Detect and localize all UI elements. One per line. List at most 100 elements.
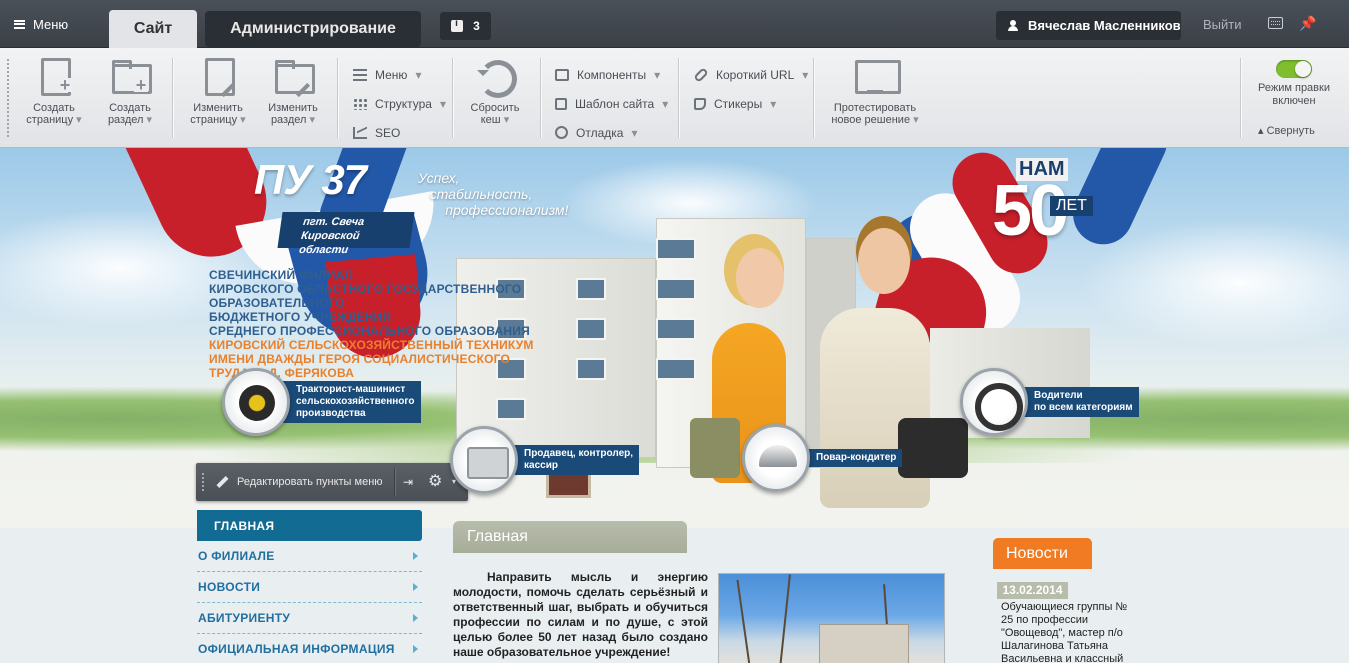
logo-subtitle: пгт. Свеча Кировской области [277, 212, 415, 256]
components-dropdown[interactable]: Компоненты ▾ [555, 60, 668, 89]
logo-title: ПУ 37 [254, 156, 367, 203]
drag-handle[interactable] [201, 472, 205, 492]
building-window [576, 318, 606, 340]
bag-image [898, 418, 968, 478]
building-window [576, 278, 606, 300]
chevron-down-icon: ▾ [770, 96, 777, 111]
nav-item-main[interactable]: ГЛАВНАЯ [197, 510, 422, 541]
nav-item-official-info[interactable]: ОФИЦИАЛЬНАЯ ИНФОРМАЦИЯ [197, 634, 422, 663]
structure-dropdown[interactable]: Структура ▾ [353, 89, 446, 118]
notifications-button[interactable]: 3 [440, 12, 491, 40]
refresh-icon [475, 56, 517, 98]
toolbar-divider [394, 468, 395, 496]
institution-line: КИРОВСКИЙ СЕЛЬСКОХОЗЯЙСТВЕННЫЙ ТЕХНИКУМ [209, 338, 534, 352]
tab-site[interactable]: Сайт [109, 10, 197, 48]
debug-dropdown[interactable]: Отладка ▾ [555, 118, 668, 147]
edit-page-button[interactable]: Изменить страницу ▾ [182, 56, 254, 126]
news-section-title: Новости [993, 538, 1092, 569]
chart-icon [353, 126, 367, 139]
nav-item-label: ГЛАВНАЯ [214, 518, 275, 533]
site-template-dropdown[interactable]: Шаблон сайта ▾ [555, 89, 668, 118]
create-page-label-1: Создать [33, 102, 75, 114]
edit-mode-toggle[interactable]: Режим правки включен [1256, 60, 1332, 108]
news-item-text[interactable]: Обучающиеся группы № 25 по профессии "Ов… [1001, 601, 1136, 663]
test-new-solution-button[interactable]: Протестировать новое решение ▾ [826, 56, 924, 126]
specialty-label: Повар-кондитер [802, 449, 903, 467]
menu-icon [14, 19, 25, 29]
specialty-label-line: кассир [524, 460, 558, 471]
chevron-down-icon: ▾ [631, 125, 638, 140]
chevron-right-icon [413, 552, 418, 560]
edit-menu-items-button[interactable]: Редактировать пункты меню [216, 463, 383, 501]
institution-name: СВЕЧИНСКИЙ ФИЛИАЛ КИРОВСКОГО ОБЛАСТНОГО … [209, 268, 534, 380]
specialty-drivers[interactable]: Водители по всем категориям [960, 368, 1139, 436]
edit-section-button[interactable]: Изменить раздел ▾ [257, 56, 329, 126]
gauge-icon [555, 126, 568, 139]
specialty-cook-confectioner[interactable]: Повар-кондитер [742, 424, 903, 492]
cloche-icon [742, 424, 810, 492]
nav-item-about[interactable]: О ФИЛИАЛЕ [197, 541, 422, 572]
photo-tree [779, 574, 791, 663]
chevron-down-icon: ▾ [662, 96, 669, 111]
link-icon [693, 66, 709, 83]
toolbar-divider [337, 58, 338, 138]
building-window [576, 358, 606, 380]
institution-line: ИМЕНИ ДВАЖДЫ ГЕРОЯ СОЦИАЛИСТИЧЕСКОГО [209, 352, 511, 366]
create-page-button[interactable]: + Создать страницу ▾ [18, 56, 90, 126]
toggle-switch[interactable] [1276, 60, 1312, 78]
specialty-tractor-driver[interactable]: Тракторист-машинист сельскохозяйственног… [222, 368, 421, 436]
tab-administration[interactable]: Администрирование [205, 11, 421, 47]
specialty-label-line: Водители [1034, 390, 1083, 401]
building-window [656, 358, 696, 380]
seo-button[interactable]: SEO [353, 118, 446, 147]
toolbar-grip-handle[interactable] [6, 58, 10, 138]
specialty-seller-cashier[interactable]: Продавец, контролер, кассир [450, 426, 640, 494]
create-page-label-2: страницу [26, 114, 74, 126]
toolbar-divider [452, 58, 453, 138]
folder-edit-icon [273, 56, 315, 98]
chevron-down-icon: ▾ [654, 67, 661, 82]
stickers-dropdown[interactable]: Стикеры ▾ [694, 89, 808, 118]
structure-icon [353, 97, 367, 110]
toolbar-components-column: Компоненты ▾ Шаблон сайта ▾ Отладка ▾ [555, 60, 668, 147]
template-icon [555, 97, 567, 110]
college-photo[interactable] [718, 573, 945, 663]
admin-toolbar: + Создать страницу ▾ + Создать раздел ▾ … [0, 48, 1349, 148]
create-section-button[interactable]: + Создать раздел ▾ [94, 56, 166, 126]
specialty-label-line: сельскохозяйственного [296, 396, 415, 407]
logo-subtitle-line: пгт. Свеча [302, 216, 365, 228]
steering-wheel-icon [960, 368, 1028, 436]
short-url-dropdown[interactable]: Короткий URL ▾ [693, 60, 809, 89]
reset-cache-button[interactable]: Сбросить кеш ▾ [460, 56, 530, 126]
collapse-toolbar-button[interactable]: ▴ Свернуть [1258, 124, 1315, 137]
menu-dropdown[interactable]: Меню ▾ [353, 60, 446, 89]
nav-item-applicants[interactable]: АБИТУРИЕНТУ [197, 603, 422, 634]
chevron-up-icon: ▴ [1258, 125, 1264, 137]
toolbar-divider [1240, 58, 1241, 138]
structure-dropdown-label: Структура [375, 96, 432, 111]
chevron-down-icon: ▾ [913, 114, 919, 126]
pin-to-side-icon[interactable]: ⇥ [403, 475, 413, 489]
user-profile-button[interactable]: Вячеслав Масленников [996, 11, 1181, 40]
specialty-label-line: по всем категориям [1034, 402, 1133, 413]
edit-menu-items-label: Редактировать пункты меню [237, 476, 383, 488]
nav-item-news[interactable]: НОВОСТИ [197, 572, 422, 603]
nav-item-label: ОФИЦИАЛЬНАЯ ИНФОРМАЦИЯ [198, 642, 395, 656]
edit-menu-toolbar: Редактировать пункты меню ⇥ ⚙ ▾ [196, 463, 468, 501]
news-date-badge: 13.02.2014 [997, 582, 1068, 599]
menu-button[interactable]: Меню [14, 10, 68, 38]
logout-link[interactable]: Выйти [1203, 17, 1242, 32]
debug-dropdown-label: Отладка [576, 125, 624, 140]
slogan-line: профессионализм! [445, 202, 569, 218]
specialty-label-line: Продавец, контролер, [524, 448, 634, 459]
keyboard-icon[interactable] [1268, 17, 1283, 29]
chevron-down-icon: ▾ [802, 67, 809, 82]
components-dropdown-label: Компоненты [577, 67, 647, 82]
gear-icon[interactable]: ⚙ [428, 471, 442, 491]
edit-mode-label-1: Режим правки [1258, 82, 1330, 94]
specialty-label-line: производства [296, 408, 366, 419]
photo-tree [736, 579, 751, 663]
calculator-icon [450, 426, 518, 494]
terminal-icon [555, 68, 569, 81]
pin-icon[interactable]: 📌 [1299, 15, 1316, 32]
